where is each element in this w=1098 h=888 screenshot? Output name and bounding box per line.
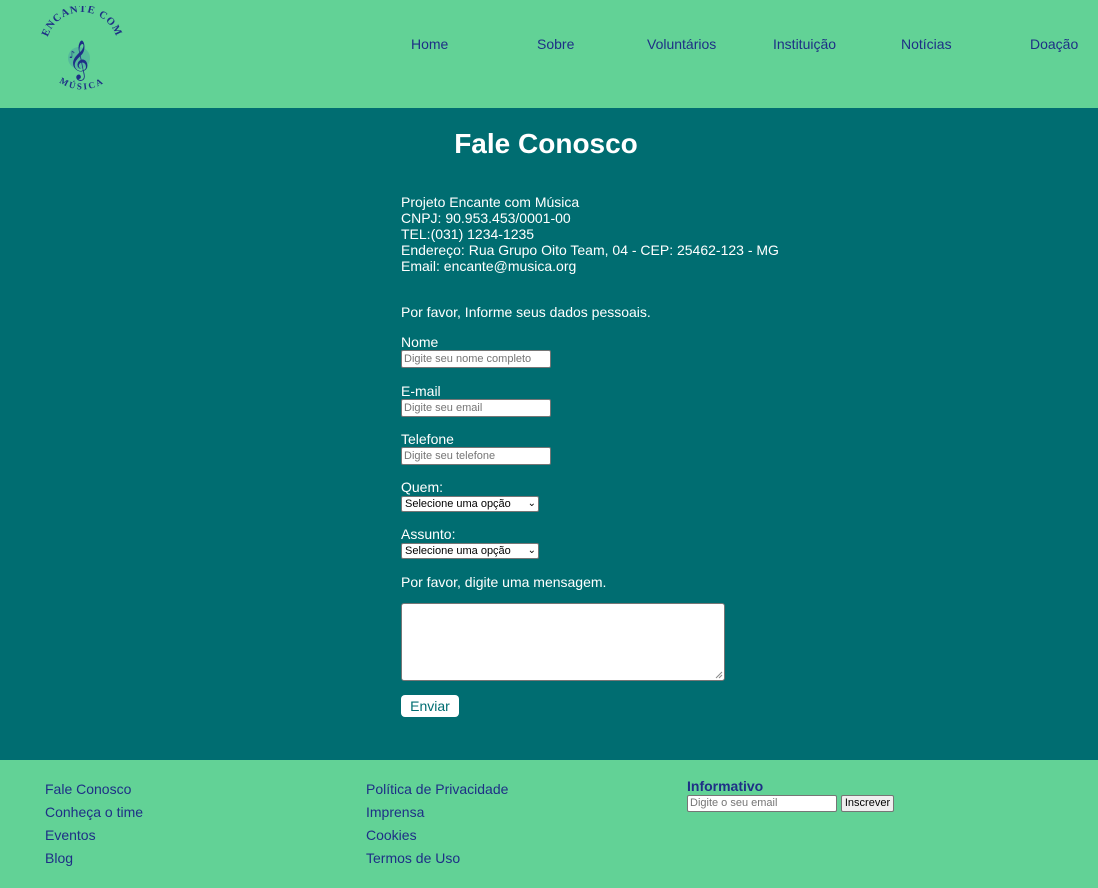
chevron-down-icon: ⌄: [527, 498, 536, 509]
message-label: Por favor, digite uma mensagem.: [401, 574, 607, 590]
logo[interactable]: ENCANTE COM MÚSICA 𝄞 ♪: [36, 4, 128, 102]
page-title: Fale Conosco: [454, 128, 638, 159]
nav-sobre[interactable]: Sobre: [537, 36, 574, 52]
footer-link-blog[interactable]: Blog: [45, 850, 73, 866]
who-select[interactable]: Selecione uma opção ⌄: [401, 496, 539, 512]
submit-button[interactable]: Enviar: [401, 695, 459, 717]
nav-home[interactable]: Home: [411, 36, 448, 52]
nav-instituicao[interactable]: Instituição: [773, 36, 836, 52]
message-textarea[interactable]: [401, 603, 725, 681]
email-label: E-mail: [401, 383, 441, 399]
phone-label: Telefone: [401, 431, 454, 447]
footer-link-termos[interactable]: Termos de Uso: [366, 850, 460, 866]
footer-link-eventos[interactable]: Eventos: [45, 827, 96, 843]
nav-doacao[interactable]: Doação: [1030, 36, 1078, 52]
info-address: Endereço: Rua Grupo Oito Team, 04 - CEP:…: [401, 242, 779, 258]
nav-voluntarios[interactable]: Voluntários: [647, 36, 716, 52]
info-cnpj: CNPJ: 90.953.453/0001-00: [401, 210, 571, 226]
info-phone: TEL:(031) 1234-1235: [401, 226, 535, 242]
phone-input[interactable]: Digite seu telefone: [401, 447, 551, 465]
form-intro: Por favor, Informe seus dados pessoais.: [401, 304, 651, 320]
svg-text:♪: ♪: [69, 50, 75, 61]
resize-grip-icon[interactable]: [715, 671, 723, 679]
subject-label: Assunto:: [401, 526, 456, 542]
footer-link-fale-conosco[interactable]: Fale Conosco: [45, 781, 131, 797]
newsletter-subscribe-button[interactable]: Inscrever: [841, 795, 894, 812]
footer-link-imprensa[interactable]: Imprensa: [366, 804, 424, 820]
name-label: Nome: [401, 334, 439, 350]
email-input[interactable]: Digite seu email: [401, 399, 551, 417]
newsletter-email-input[interactable]: Digite o seu email: [687, 795, 837, 812]
chevron-down-icon: ⌄: [527, 545, 536, 556]
newsletter-title: Informativo: [687, 778, 764, 794]
footer-link-time[interactable]: Conheça o time: [45, 804, 143, 820]
name-input[interactable]: Digite seu nome completo: [401, 350, 551, 368]
info-email: Email: encante@musica.org: [401, 258, 577, 274]
svg-text:ENCANTE COM: ENCANTE COM: [40, 6, 124, 38]
nav-noticias[interactable]: Notícias: [901, 36, 952, 52]
subject-select[interactable]: Selecione uma opção ⌄: [401, 543, 539, 559]
subject-select-value: Selecione uma opção: [405, 545, 511, 557]
who-select-value: Selecione uma opção: [405, 498, 511, 510]
contact-info: Projeto Encante com Música CNPJ: 90.953.…: [401, 194, 779, 274]
info-project: Projeto Encante com Música: [401, 194, 580, 210]
site-footer: Fale Conosco Conheça o time Eventos Blog…: [0, 760, 1098, 888]
footer-link-cookies[interactable]: Cookies: [366, 827, 417, 843]
site-header: ENCANTE COM MÚSICA 𝄞 ♪ Home Sobre Volunt…: [0, 0, 1098, 108]
footer-link-privacidade[interactable]: Política de Privacidade: [366, 781, 508, 797]
who-label: Quem:: [401, 479, 444, 495]
treble-clef-icon: ENCANTE COM MÚSICA 𝄞 ♪: [40, 4, 124, 92]
logo-top-text: ENCANTE COM: [40, 4, 123, 38]
